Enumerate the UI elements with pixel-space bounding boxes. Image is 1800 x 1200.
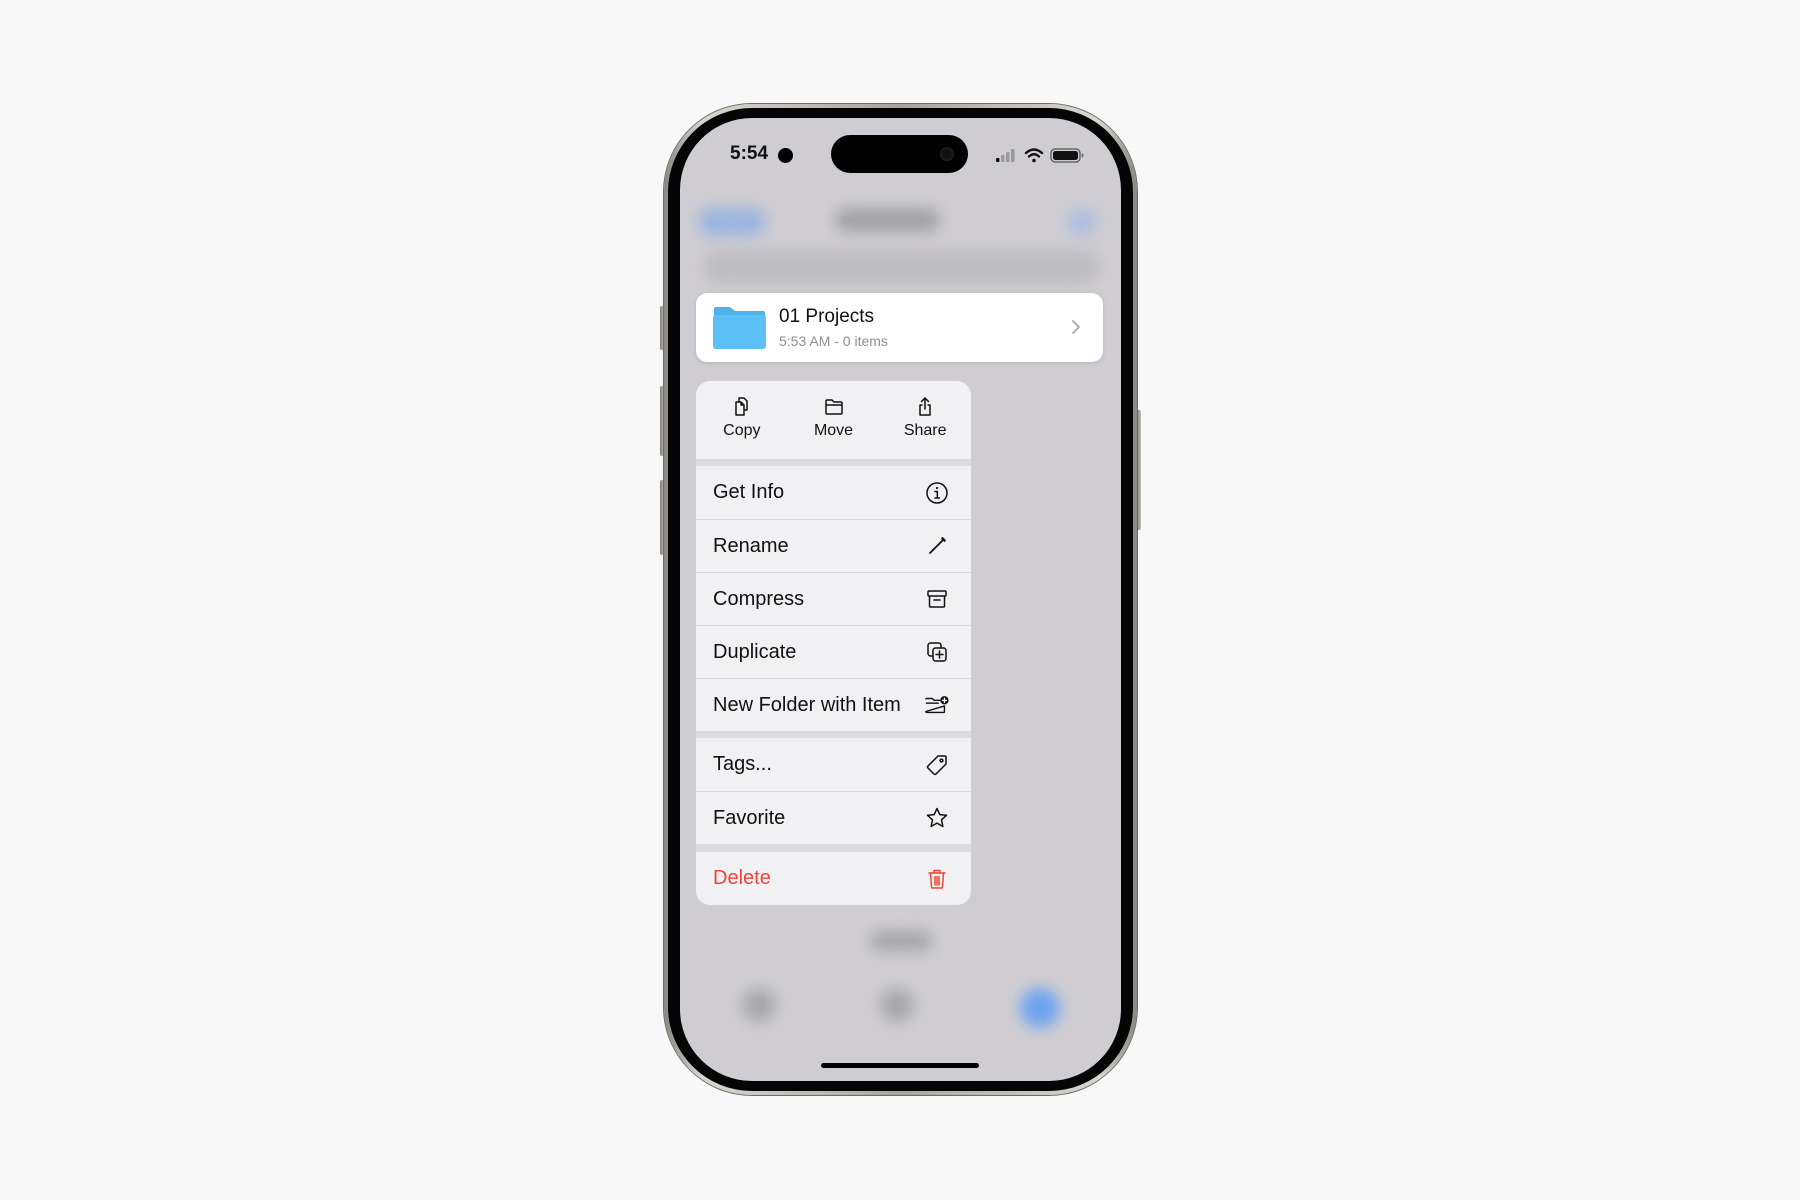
folder-preview-card[interactable]: 01 Projects 5:53 AM - 0 items (696, 293, 1103, 362)
blurred-location-label (870, 931, 932, 951)
folder-name: 01 Projects (779, 306, 875, 327)
dynamic-island (831, 135, 968, 173)
folder-details: 5:53 AM - 0 items (779, 333, 888, 349)
info-icon (924, 480, 950, 506)
menu-item-label: Get Info (713, 481, 785, 503)
menu-item-favorite[interactable]: Favorite (696, 791, 971, 844)
share-icon (919, 397, 931, 416)
menu-item-label: Delete (713, 867, 771, 889)
blurred-nav-title (835, 208, 940, 232)
wifi-icon (1024, 148, 1044, 163)
battery-icon (1050, 148, 1084, 163)
copy-icon (735, 397, 748, 416)
menu-item-duplicate[interactable]: Duplicate (696, 625, 971, 678)
status-icons (996, 148, 1084, 163)
cellular-signal-icon (996, 149, 1015, 162)
menu-item-rename[interactable]: Rename (696, 519, 971, 572)
menu-item-label: Compress (713, 587, 805, 610)
menu-item-get-info[interactable]: Get Info (696, 466, 971, 519)
quick-actions: Copy Move Share (696, 381, 971, 459)
star-icon (924, 805, 950, 831)
phone-screen: 5:54 01 Projects 5:53 AM - 0 items Copy … (680, 118, 1121, 1081)
tag-icon (924, 752, 950, 778)
home-indicator[interactable] (821, 1063, 979, 1068)
move-label: Move (813, 422, 854, 439)
blurred-back-button (698, 208, 766, 236)
share-button[interactable]: Share (879, 381, 971, 459)
menu-item-label: Duplicate (713, 640, 797, 663)
archive-box-icon (924, 586, 950, 612)
group-separator (696, 459, 971, 466)
copy-label: Copy (723, 422, 761, 439)
menu-item-label: Favorite (713, 806, 786, 829)
camera-icon (940, 147, 954, 161)
side-button (1137, 410, 1141, 530)
blurred-tab-recents (742, 988, 776, 1022)
menu-item-tags[interactable]: Tags... (696, 738, 971, 791)
menu-item-label: Tags... (713, 753, 772, 775)
menu-item-label: New Folder with Item (713, 693, 901, 716)
group-separator (696, 731, 971, 738)
menu-item-delete[interactable]: Delete (696, 852, 971, 905)
blurred-nav-button (1068, 210, 1096, 234)
recording-dot-icon (778, 148, 793, 163)
duplicate-icon (924, 639, 950, 665)
menu-item-label: Rename (713, 534, 789, 557)
menu-item-new-folder-with-item[interactable]: New Folder with Item (696, 678, 971, 731)
move-button[interactable]: Move (788, 381, 880, 459)
blurred-tab-browse (1020, 988, 1060, 1028)
trash-icon (924, 866, 950, 892)
group-separator (696, 844, 971, 852)
status-time: 5:54 (730, 143, 769, 164)
menu-item-compress[interactable]: Compress (696, 572, 971, 625)
folder-icon (713, 307, 766, 349)
share-label: Share (903, 422, 947, 439)
folder-badge-plus-icon (924, 692, 950, 718)
blurred-tab-shared (880, 988, 914, 1022)
folder-icon (824, 399, 843, 415)
context-menu: Copy Move Share Get Info Rename Compress… (696, 381, 971, 905)
blurred-search-field (704, 251, 1099, 283)
chevron-right-icon (1071, 315, 1081, 341)
pencil-icon (924, 533, 950, 559)
copy-button[interactable]: Copy (696, 381, 788, 459)
